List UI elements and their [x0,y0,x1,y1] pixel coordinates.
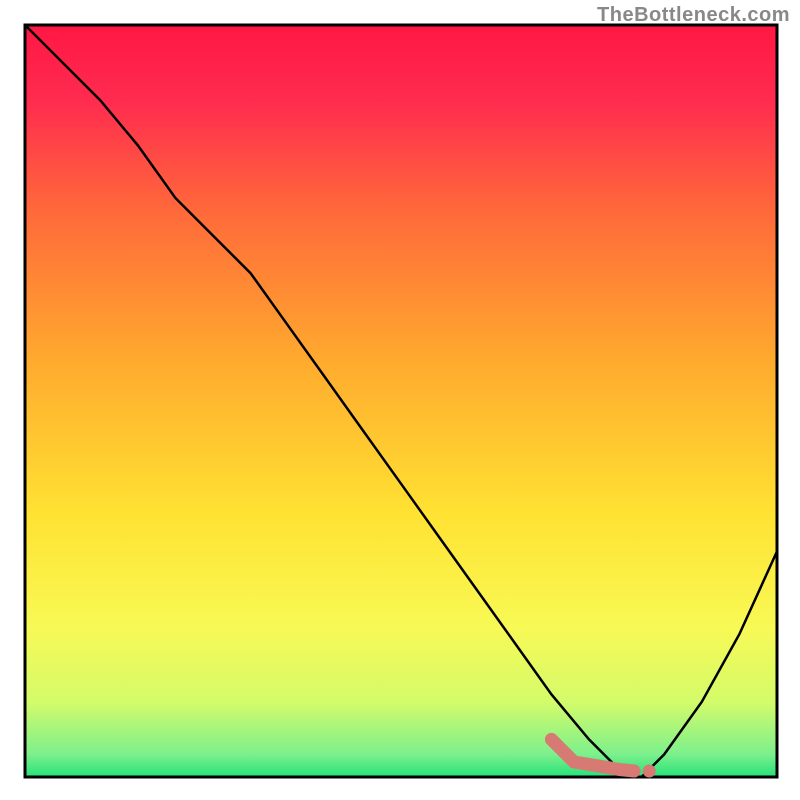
watermark-text: TheBottleneck.com [597,4,790,27]
plot-background [25,25,777,777]
marker-band-dot-small [632,767,640,775]
chart-container: TheBottleneck.com [0,0,800,800]
bottleneck-chart [0,0,800,800]
marker-band-dot [643,765,656,778]
